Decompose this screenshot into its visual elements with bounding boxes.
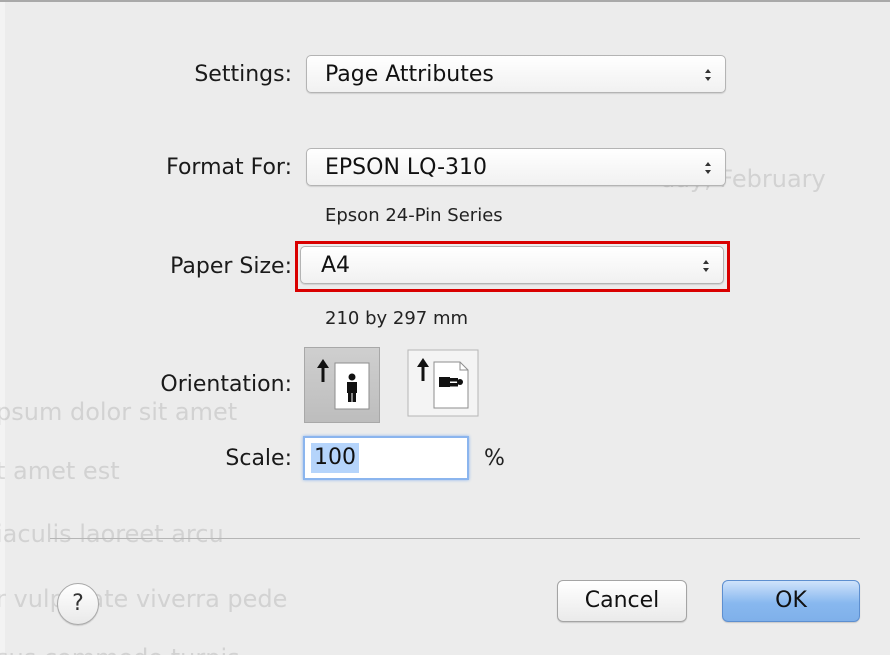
ok-button[interactable]: OK bbox=[722, 580, 860, 622]
portrait-orientation-icon bbox=[317, 359, 370, 410]
printer-description: Epson 24-Pin Series bbox=[325, 205, 503, 226]
landscape-orientation-icon bbox=[407, 349, 479, 417]
paper-size-highlight bbox=[295, 241, 730, 292]
settings-value: Page Attributes bbox=[325, 62, 494, 87]
window-top-border bbox=[0, 0, 890, 2]
portrait-orientation-button[interactable] bbox=[304, 347, 380, 423]
cancel-button[interactable]: Cancel bbox=[557, 580, 687, 622]
divider bbox=[50, 538, 860, 539]
chevron-updown-icon bbox=[705, 69, 711, 81]
settings-label: Settings: bbox=[194, 62, 292, 87]
window-edge bbox=[0, 0, 5, 655]
background-text: t amet est bbox=[0, 457, 120, 485]
background-text: iaculis laoreet arcu bbox=[0, 520, 224, 548]
paper-size-label: Paper Size: bbox=[170, 254, 292, 279]
landscape-orientation-button[interactable] bbox=[404, 347, 480, 423]
scale-unit: % bbox=[484, 446, 505, 471]
format-for-value: EPSON LQ-310 bbox=[325, 155, 488, 180]
settings-popup[interactable]: Page Attributes bbox=[306, 55, 726, 93]
orientation-label: Orientation: bbox=[160, 372, 292, 397]
background-text: sus commodo turpis bbox=[0, 644, 240, 655]
format-for-label: Format For: bbox=[166, 155, 292, 180]
chevron-updown-icon bbox=[705, 162, 711, 174]
background-text: psum dolor sit amet bbox=[0, 398, 238, 426]
paper-dimensions: 210 by 297 mm bbox=[325, 308, 469, 329]
format-for-popup[interactable]: EPSON LQ-310 bbox=[306, 148, 726, 186]
page-setup-dialog: psum dolor sit amet t amet est iaculis l… bbox=[0, 0, 890, 655]
help-button[interactable]: ? bbox=[57, 583, 99, 625]
scale-label: Scale: bbox=[225, 446, 292, 471]
background-text: r vulputate viverra pede bbox=[0, 585, 288, 613]
scale-input[interactable]: 100 bbox=[303, 436, 469, 480]
scale-value: 100 bbox=[311, 443, 359, 473]
